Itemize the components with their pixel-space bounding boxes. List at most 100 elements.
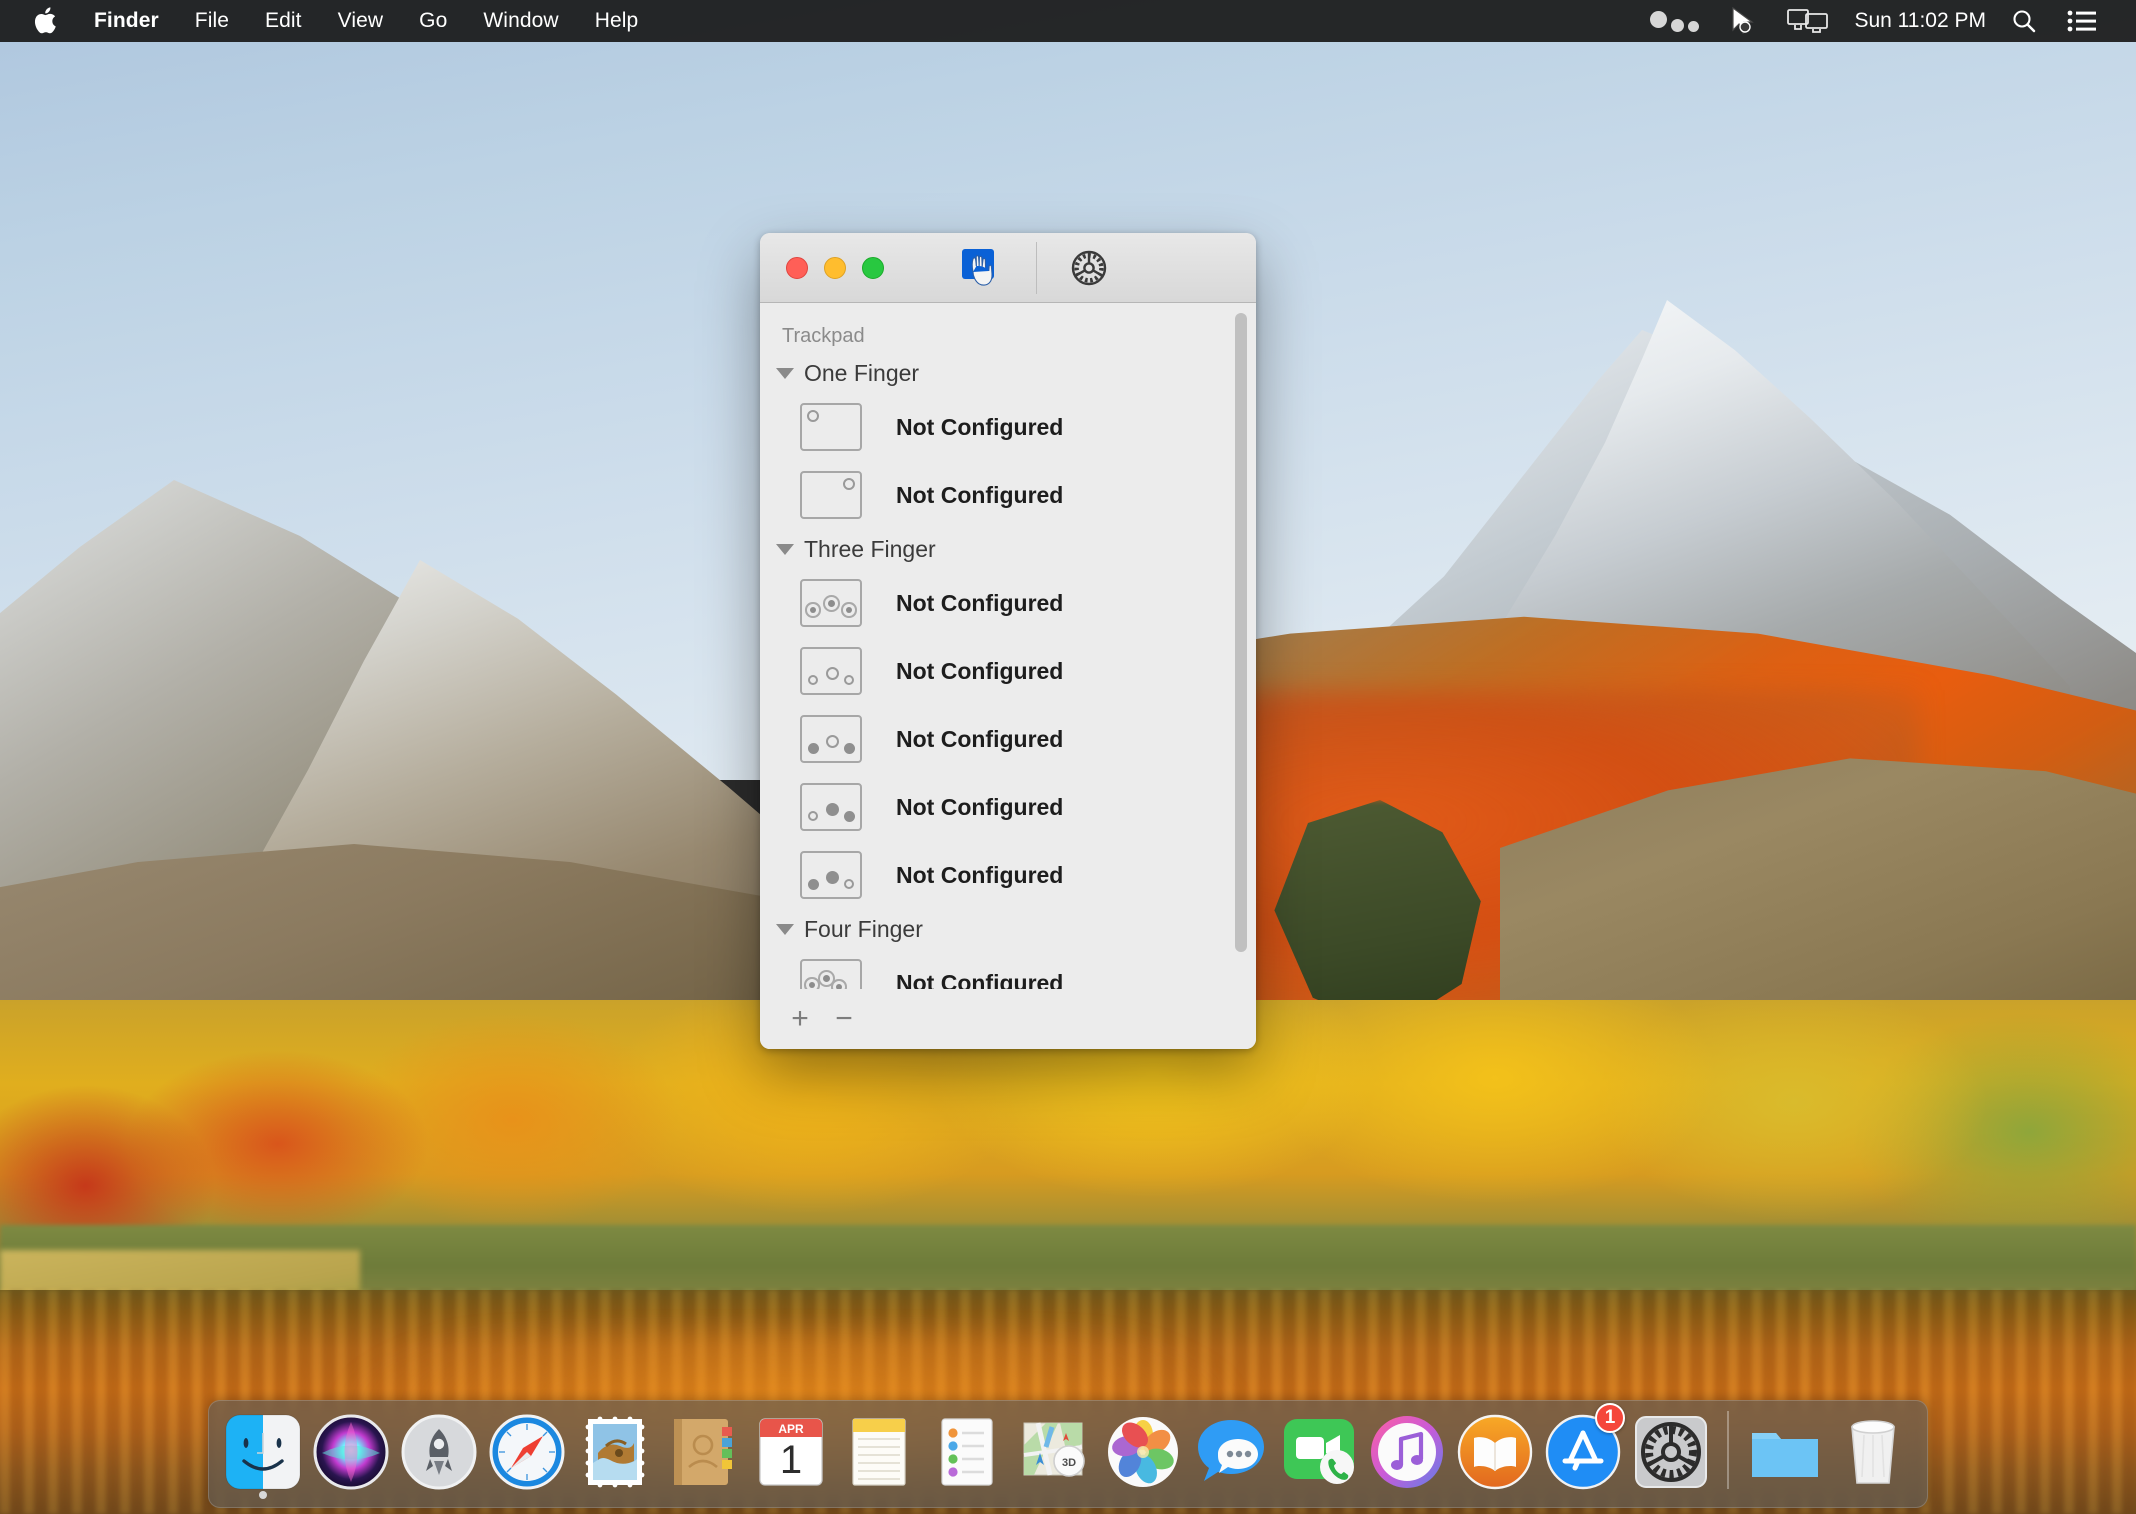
menu-item-window[interactable]: Window [465, 0, 576, 42]
dock-item-maps[interactable]: 3D [1011, 1405, 1099, 1501]
photos-icon [1104, 1413, 1182, 1491]
finger-dot [836, 984, 842, 989]
dock-item-photos[interactable] [1099, 1405, 1187, 1501]
minimize-button[interactable] [824, 257, 846, 279]
btt-dot-large [1650, 11, 1667, 28]
gesture-row[interactable]: Not Configured [760, 637, 1256, 705]
one-finger-top-left-icon [800, 403, 862, 451]
btt-dot-medium [1671, 19, 1684, 32]
cursor-pointer-icon[interactable] [1714, 0, 1772, 42]
dock-item-downloads-folder[interactable] [1741, 1405, 1829, 1501]
bettertouchtool-dots-icon[interactable] [1635, 0, 1714, 42]
dock-item-reminders[interactable] [923, 1405, 1011, 1501]
menu-bar-clock[interactable]: Sun 11:02 PM [1844, 9, 1996, 33]
gesture-label: Not Configured [896, 482, 1063, 509]
dock-divider [1727, 1411, 1729, 1489]
finger-dot [843, 478, 855, 490]
gesture-label: Not Configured [896, 726, 1063, 753]
dock-item-siri[interactable] [307, 1405, 395, 1501]
menu-item-view[interactable]: View [320, 0, 402, 42]
dock-item-calendar[interactable]: APR 1 [747, 1405, 835, 1501]
gesture-label: Not Configured [896, 414, 1063, 441]
gesture-row[interactable]: Not Configured [760, 841, 1256, 909]
gesture-row[interactable]: Not Configured [760, 461, 1256, 529]
reminders-icon [928, 1413, 1006, 1491]
finger-dot [808, 743, 819, 754]
chevron-down-icon[interactable] [776, 368, 794, 379]
contacts-book-icon [664, 1413, 742, 1491]
menu-item-edit[interactable]: Edit [247, 0, 320, 42]
gesture-row[interactable]: Not Configured [760, 569, 1256, 637]
remove-gesture-button[interactable]: − [826, 1001, 862, 1037]
finger-dot [823, 975, 830, 982]
bettertouchtool-window[interactable]: Trackpad One Finger Not Configured Not C… [760, 233, 1256, 1049]
window-toolbar [956, 233, 1117, 303]
group-label: Four Finger [804, 916, 923, 943]
dock-item-safari[interactable] [483, 1405, 571, 1501]
group-header-three-finger[interactable]: Three Finger [760, 529, 1256, 569]
vertical-scrollbar[interactable] [1234, 313, 1248, 979]
dock-item-messages[interactable] [1187, 1405, 1275, 1501]
dock-item-ibooks[interactable] [1451, 1405, 1539, 1501]
close-button[interactable] [786, 257, 808, 279]
menu-bar-left: Finder File Edit View Go Window Help [0, 0, 656, 42]
group-header-one-finger[interactable]: One Finger [760, 353, 1256, 393]
dock-item-launchpad[interactable] [395, 1405, 483, 1501]
finger-dot [810, 607, 816, 613]
dock-item-contacts[interactable] [659, 1405, 747, 1501]
gesture-row[interactable]: Not Configured [760, 705, 1256, 773]
screen-sharing-icon[interactable] [1772, 0, 1844, 42]
folder-icon [1746, 1413, 1824, 1491]
add-gesture-button[interactable]: + [782, 1001, 818, 1037]
facetime-icon [1280, 1413, 1358, 1491]
calendar-day: 1 [780, 1438, 802, 1482]
three-finger-left-two-filled-icon [800, 851, 862, 899]
gesture-row[interactable]: Not Configured [760, 773, 1256, 841]
dock-item-itunes[interactable] [1363, 1405, 1451, 1501]
trackpad-gestures-icon[interactable] [956, 243, 1012, 293]
control-center-list-icon[interactable] [2052, 0, 2112, 42]
dock-item-facetime[interactable] [1275, 1405, 1363, 1501]
dock-item-notes[interactable] [835, 1405, 923, 1501]
mail-stamp-icon [576, 1413, 654, 1491]
menu-item-go[interactable]: Go [401, 0, 465, 42]
gesture-scroll-content: Trackpad One Finger Not Configured Not C… [760, 303, 1256, 989]
ibooks-icon [1456, 1413, 1534, 1491]
one-finger-top-right-icon [800, 471, 862, 519]
chevron-down-icon[interactable] [776, 924, 794, 935]
scrollbar-thumb[interactable] [1235, 313, 1247, 952]
system-preferences-gear-icon [1632, 1413, 1710, 1491]
maps-3d-label: 3D [1062, 1457, 1076, 1469]
finger-dot [826, 667, 839, 680]
window-title-bar[interactable] [760, 233, 1256, 303]
messages-icon [1192, 1413, 1270, 1491]
dock-item-trash[interactable] [1829, 1405, 1917, 1501]
gesture-row[interactable]: Not Configured [760, 949, 1256, 989]
dock-item-system-preferences[interactable] [1627, 1405, 1715, 1501]
app-store-badge: 1 [1595, 1403, 1625, 1433]
finger-dot [808, 811, 818, 821]
gesture-label: Not Configured [896, 970, 1063, 990]
menu-item-help[interactable]: Help [577, 0, 657, 42]
calendar-icon: APR 1 [752, 1413, 830, 1491]
apple-logo-icon[interactable] [26, 0, 64, 42]
menu-bar: Finder File Edit View Go Window Help [0, 0, 2136, 42]
gesture-label: Not Configured [896, 862, 1063, 889]
search-icon[interactable] [1996, 0, 2052, 42]
menu-item-finder[interactable]: Finder [76, 0, 177, 42]
dock-item-app-store[interactable]: 1 [1539, 1405, 1627, 1501]
finger-dot [844, 879, 854, 889]
device-title: Trackpad [760, 321, 1256, 353]
launchpad-icon [400, 1413, 478, 1491]
gesture-row[interactable]: Not Configured [760, 393, 1256, 461]
group-header-four-finger[interactable]: Four Finger [760, 909, 1256, 949]
zoom-button[interactable] [862, 257, 884, 279]
gesture-list-area[interactable]: Trackpad One Finger Not Configured Not C… [760, 303, 1256, 989]
safari-icon [488, 1413, 566, 1491]
dock-item-finder[interactable] [219, 1405, 307, 1501]
dock-item-mail[interactable] [571, 1405, 659, 1501]
three-finger-right-two-filled-icon [800, 783, 862, 831]
menu-item-file[interactable]: File [177, 0, 247, 42]
gear-settings-icon[interactable] [1061, 243, 1117, 293]
chevron-down-icon[interactable] [776, 544, 794, 555]
